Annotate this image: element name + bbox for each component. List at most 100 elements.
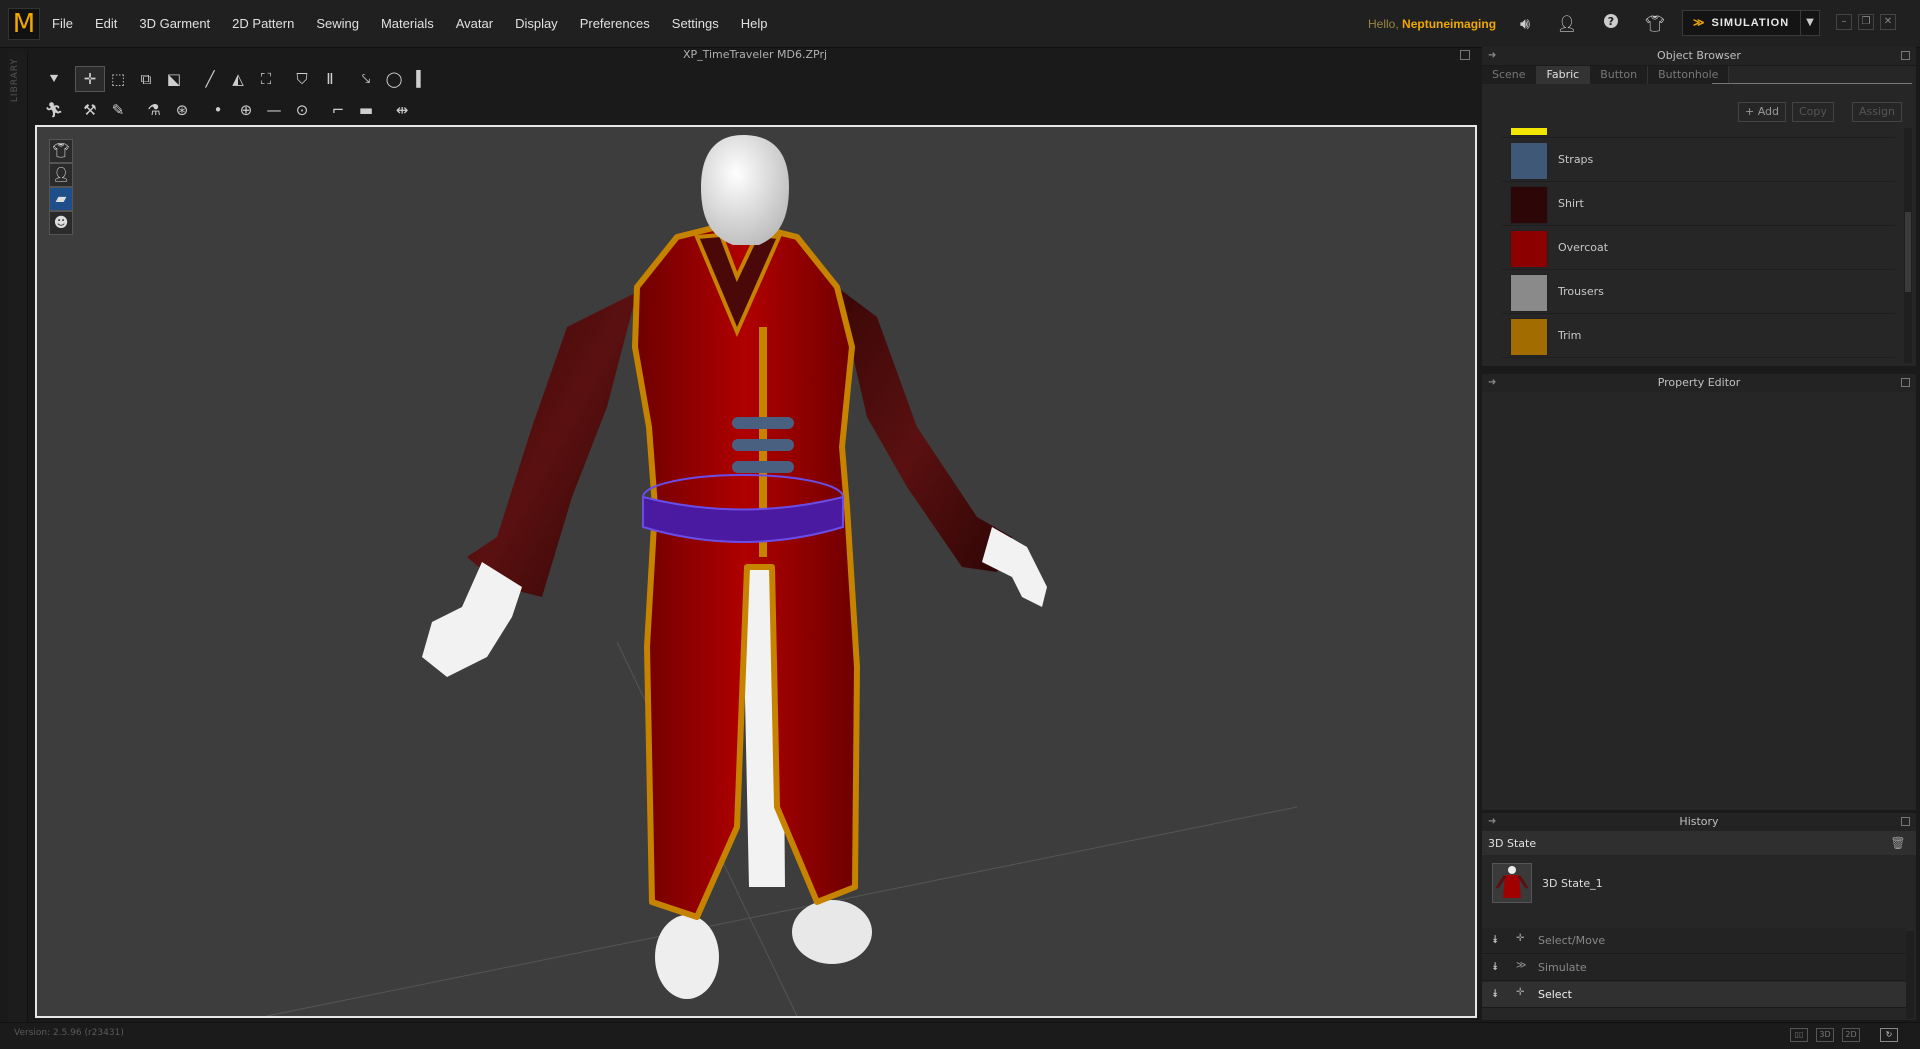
garment-view-icon[interactable]: 👕︎: [49, 139, 73, 163]
add-fabric-button[interactable]: + Add: [1738, 102, 1787, 122]
state-thumbnail: [1492, 863, 1532, 903]
list-item[interactable]: Trousers: [1502, 270, 1895, 314]
assign-fabric-button[interactable]: Assign: [1852, 102, 1902, 122]
layer-icon[interactable]: ▬: [352, 98, 380, 122]
fabric-list-scrollbar[interactable]: [1904, 128, 1912, 363]
3d-scene[interactable]: [37, 127, 1475, 1016]
transform-alt-icon[interactable]: ⧉: [132, 67, 160, 91]
chevron-down-icon[interactable]: ⯯: [1492, 933, 1499, 947]
fabric-view-icon[interactable]: ▰: [49, 187, 73, 211]
fitting-icon[interactable]: ⚗: [140, 98, 168, 122]
library-side-tab[interactable]: LIBRARY: [8, 52, 28, 1022]
list-item[interactable]: Trim: [1502, 314, 1895, 358]
menu-materials[interactable]: Materials: [381, 16, 434, 31]
minimize-icon[interactable]: –: [1836, 14, 1852, 30]
avatar-down-icon[interactable]: ⯆: [40, 67, 68, 91]
main-menu: File Edit 3D Garment 2D Pattern Sewing M…: [52, 16, 790, 31]
menu-edit[interactable]: Edit: [95, 16, 117, 31]
tack-icon[interactable]: ⤥: [352, 67, 380, 91]
pin-icon[interactable]: ➜: [1488, 374, 1496, 392]
simulation-label: SIMULATION: [1711, 17, 1790, 29]
select-move-icon[interactable]: ✛: [75, 66, 105, 92]
line-icon[interactable]: —: [260, 98, 288, 122]
skin-view-icon[interactable]: ☻: [49, 211, 73, 235]
menu-preferences[interactable]: Preferences: [580, 16, 650, 31]
transform-icon[interactable]: ⬚: [104, 67, 132, 91]
point-icon[interactable]: •: [204, 98, 232, 122]
list-item[interactable]: Straps: [1502, 138, 1895, 182]
restore-icon[interactable]: ❐: [1858, 14, 1874, 30]
library-label: LIBRARY: [10, 58, 20, 103]
toolbar-row-1: ⯆ ✛ ⬚ ⧉ ⬕ ╱ ◭ ⛶ ⛉ Ⅱ ⤥ ◯ ▍: [40, 66, 436, 92]
avatar-view-icon[interactable]: 👤︎: [49, 163, 73, 187]
fabric-swatch: [1510, 186, 1548, 224]
pin-icon[interactable]: ➜: [1488, 813, 1496, 831]
scrollbar-thumb[interactable]: [1905, 212, 1911, 292]
arrange-icon[interactable]: ⛶: [252, 67, 280, 91]
menu-sewing[interactable]: Sewing: [316, 16, 359, 31]
panel-float-icon[interactable]: [1901, 51, 1910, 60]
brush-icon[interactable]: ✎: [104, 98, 132, 122]
list-item[interactable]: Overcoat: [1502, 226, 1895, 270]
username[interactable]: Neptuneimaging: [1402, 17, 1496, 31]
history-scrollbar[interactable]: [1906, 931, 1914, 1019]
menu-2d-pattern[interactable]: 2D Pattern: [232, 16, 294, 31]
fold-icon[interactable]: ◭: [224, 67, 252, 91]
chevron-down-icon[interactable]: ⯯: [1492, 960, 1499, 974]
history-state-row[interactable]: 3D State_1: [1482, 861, 1916, 911]
edit-pattern-icon[interactable]: ⬕: [160, 67, 188, 91]
menu-display[interactable]: Display: [515, 16, 558, 31]
fabric-swatch: [1510, 142, 1548, 180]
refresh-icon[interactable]: ↻: [1880, 1028, 1898, 1042]
simulation-dropdown-icon[interactable]: ▼: [1800, 10, 1820, 36]
copy-fabric-button[interactable]: Copy: [1792, 102, 1834, 122]
tab-buttonhole[interactable]: Buttonhole: [1648, 66, 1730, 84]
flat-icon[interactable]: ⌐: [324, 98, 352, 122]
snap-icon[interactable]: ⇹: [388, 98, 416, 122]
tab-divider: [1712, 83, 1912, 84]
layout-3d-icon[interactable]: 3D: [1816, 1028, 1834, 1042]
tab-fabric[interactable]: Fabric: [1536, 66, 1591, 84]
lasso-icon[interactable]: ◯: [380, 67, 408, 91]
menu-avatar[interactable]: Avatar: [456, 16, 493, 31]
trash-icon[interactable]: 🗑︎: [1890, 835, 1906, 851]
history-item[interactable]: ⯯ ≫ Simulate: [1482, 955, 1906, 981]
button-icon[interactable]: ⊛: [168, 98, 196, 122]
3d-viewport[interactable]: 👕︎ 👤︎ ▰ ☻: [35, 125, 1477, 1018]
trousers-icon[interactable]: Ⅱ: [316, 67, 344, 91]
user-account-icon[interactable]: 👤︎: [1554, 12, 1580, 36]
app-logo: M: [8, 8, 40, 40]
toolbar-row-2: 🏃︎ ⚒ ✎ ⚗ ⊛ • ⊕ — ⊙ ⌐ ▬ ⇹: [40, 97, 416, 123]
layout-2d-icon[interactable]: 2D: [1842, 1028, 1860, 1042]
pin-icon[interactable]: ➜: [1488, 47, 1496, 65]
measure-icon[interactable]: ⊙: [288, 98, 316, 122]
tab-button[interactable]: Button: [1590, 66, 1649, 84]
add-avatar-icon[interactable]: 👕︎: [1642, 12, 1668, 36]
history-item[interactable]: ⯯ ✛ Select/Move: [1482, 928, 1906, 954]
menu-file[interactable]: File: [52, 16, 73, 31]
menu-3d-garment[interactable]: 3D Garment: [139, 16, 210, 31]
pin-icon[interactable]: ⚒: [76, 98, 104, 122]
pen-icon[interactable]: ╱: [196, 67, 224, 91]
history-item[interactable]: ⯯ ✛ Select: [1482, 982, 1906, 1008]
menu-help[interactable]: Help: [741, 16, 768, 31]
panel-float-icon[interactable]: [1901, 817, 1910, 826]
simulation-button[interactable]: ≫ SIMULATION: [1682, 10, 1804, 36]
circle-icon[interactable]: ⊕: [232, 98, 260, 122]
menu-settings[interactable]: Settings: [672, 16, 719, 31]
speaker-icon[interactable]: 🔊︎: [1512, 12, 1538, 36]
garment-icon[interactable]: ⛉: [288, 67, 316, 91]
panel-float-icon[interactable]: [1901, 378, 1910, 387]
tab-scene[interactable]: Scene: [1482, 66, 1537, 84]
pose-icon[interactable]: 🏃︎: [40, 98, 68, 122]
viewport-float-icon[interactable]: [1460, 50, 1470, 60]
layout-split-icon[interactable]: ▯▯: [1790, 1028, 1808, 1042]
ruler-icon[interactable]: ▍: [408, 67, 436, 91]
chevron-down-icon[interactable]: ⯯: [1492, 987, 1499, 1001]
select-icon: ✛: [1516, 987, 1525, 998]
list-item[interactable]: Shirt: [1502, 182, 1895, 226]
close-icon[interactable]: ✕: [1880, 14, 1896, 30]
fabric-swatch: [1510, 128, 1548, 136]
help-icon[interactable]: ?: [1598, 12, 1624, 36]
list-item[interactable]: [1502, 128, 1895, 138]
